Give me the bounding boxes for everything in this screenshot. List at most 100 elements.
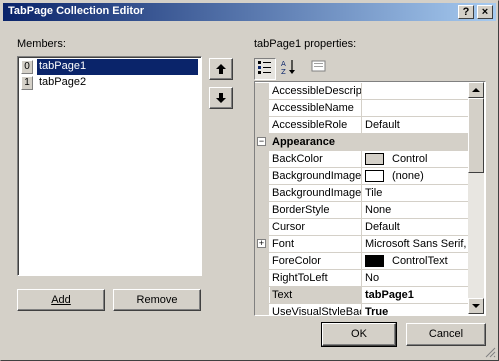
cancel-button[interactable]: Cancel — [406, 323, 486, 346]
category-name: Appearance — [272, 136, 335, 148]
member-index: 1 — [21, 76, 33, 90]
property-row-backcolor[interactable]: BackColor Control — [255, 151, 468, 168]
property-name: Text — [270, 287, 362, 303]
property-row-righttoleft[interactable]: RightToLeft No — [255, 270, 468, 287]
property-value-text: ControlText — [392, 255, 448, 267]
property-value-text: Control — [392, 153, 428, 165]
scroll-up-arrow-icon — [472, 88, 480, 92]
property-name: AccessibleName — [270, 100, 362, 116]
help-button[interactable]: ? — [458, 5, 474, 19]
cancel-button-label: Cancel — [428, 328, 464, 340]
remove-button-label: Remove — [136, 294, 178, 306]
property-row-cursor[interactable]: Cursor Default — [255, 219, 468, 236]
add-button-label: Add — [51, 294, 71, 306]
scroll-thumb[interactable] — [468, 98, 484, 173]
row-gutter — [255, 304, 269, 315]
scroll-up-button[interactable] — [468, 82, 484, 98]
categorized-icon — [258, 61, 271, 74]
property-value[interactable]: No — [363, 270, 468, 286]
row-gutter — [255, 83, 269, 100]
property-value[interactable]: Tile — [363, 185, 468, 201]
expand-icon[interactable]: + — [257, 239, 266, 248]
property-value[interactable]: Default — [363, 117, 468, 133]
scroll-down-button[interactable] — [468, 298, 484, 314]
member-name: tabPage1 — [37, 59, 198, 75]
up-arrow-icon — [216, 64, 226, 74]
property-value[interactable]: (none) — [363, 168, 468, 184]
members-label: Members: — [17, 38, 66, 50]
row-gutter — [255, 151, 269, 168]
property-row-accessiblerole[interactable]: AccessibleRole Default — [255, 117, 468, 134]
category-row-appearance[interactable]: − Appearance — [255, 134, 468, 151]
row-gutter — [255, 168, 269, 185]
row-gutter: + — [255, 236, 269, 253]
property-row-forecolor[interactable]: ForeColor ControlText — [255, 253, 468, 270]
down-arrow-icon — [216, 93, 226, 103]
property-row-usevisualstylebackcolor[interactable]: UseVisualStyleBac True — [255, 304, 468, 315]
member-index: 0 — [21, 60, 33, 74]
property-row-borderstyle[interactable]: BorderStyle None — [255, 202, 468, 219]
row-gutter — [255, 185, 269, 202]
property-name: ForeColor — [270, 253, 362, 269]
remove-button[interactable]: Remove — [113, 289, 201, 311]
property-value[interactable]: Default — [363, 219, 468, 235]
member-item-tabpage2[interactable]: 1 tabPage2 — [20, 75, 198, 91]
row-gutter: − — [255, 134, 269, 151]
properties-label: tabPage1 properties: — [254, 38, 357, 50]
property-value[interactable]: tabPage1 — [363, 287, 468, 303]
property-name: AccessibleRole — [270, 117, 362, 133]
categorized-button[interactable] — [254, 58, 276, 80]
property-value[interactable]: None — [363, 202, 468, 218]
move-down-button[interactable] — [209, 87, 233, 109]
property-value[interactable] — [363, 100, 468, 116]
color-swatch — [365, 255, 384, 268]
row-gutter — [255, 117, 269, 134]
property-name: BackgroundImageL — [272, 185, 362, 201]
property-row-text[interactable]: Text tabPage1 — [255, 287, 468, 304]
property-row-backgroundimagelayout[interactable]: BackgroundImageL Tile — [255, 185, 468, 202]
property-row-font[interactable]: + Font Microsoft Sans Serif, — [255, 236, 468, 253]
collapse-icon[interactable]: − — [257, 137, 266, 146]
property-pages-button[interactable] — [308, 58, 330, 80]
alphabetical-icon: A Z — [281, 60, 295, 76]
property-value[interactable]: Control — [363, 151, 468, 167]
property-grid-scrollbar[interactable] — [468, 82, 484, 314]
row-gutter — [255, 270, 269, 287]
row-gutter — [255, 202, 269, 219]
title-bar[interactable]: TabPage Collection Editor ? × — [3, 3, 496, 21]
resize-grip-icon — [485, 347, 496, 358]
property-row-accessibledescription[interactable]: AccessibleDescript — [255, 83, 468, 100]
members-list[interactable]: 0 tabPage1 1 tabPage2 — [17, 56, 202, 276]
property-name: BackColor — [270, 151, 362, 167]
add-button[interactable]: Add — [17, 289, 105, 311]
property-pages-icon — [311, 60, 326, 72]
property-value-text: (none) — [392, 170, 424, 182]
row-gutter — [255, 219, 269, 236]
property-row-backgroundimage[interactable]: BackgroundImage (none) — [255, 168, 468, 185]
property-name: BorderStyle — [270, 202, 362, 218]
ok-button-label: OK — [351, 328, 367, 340]
ok-button[interactable]: OK — [321, 322, 397, 347]
property-grid[interactable]: AccessibleDescript AccessibleName Access… — [254, 81, 486, 316]
property-name: AccessibleDescript — [272, 83, 362, 99]
property-name: BackgroundImage — [272, 168, 362, 184]
scroll-down-arrow-icon — [472, 304, 480, 308]
property-value[interactable]: ControlText — [363, 253, 468, 269]
color-swatch — [365, 153, 384, 166]
member-name: tabPage2 — [39, 76, 87, 88]
resize-grip[interactable] — [484, 346, 496, 358]
property-value[interactable]: True — [363, 304, 468, 315]
close-button[interactable]: × — [477, 5, 493, 19]
member-item-tabpage1[interactable]: 0 tabPage1 — [20, 59, 198, 75]
collection-editor-window: TabPage Collection Editor ? × Members: 0… — [0, 0, 499, 361]
alphabetical-button[interactable]: A Z — [278, 58, 300, 80]
image-swatch — [365, 170, 384, 183]
property-name: Font — [270, 236, 362, 252]
property-row-accessiblename[interactable]: AccessibleName — [255, 100, 468, 117]
svg-text:A: A — [281, 60, 286, 68]
property-value[interactable]: Microsoft Sans Serif, — [363, 236, 468, 252]
row-gutter — [255, 100, 269, 117]
property-name: UseVisualStyleBac — [270, 304, 362, 315]
property-value[interactable] — [363, 83, 468, 99]
move-up-button[interactable] — [209, 58, 233, 80]
